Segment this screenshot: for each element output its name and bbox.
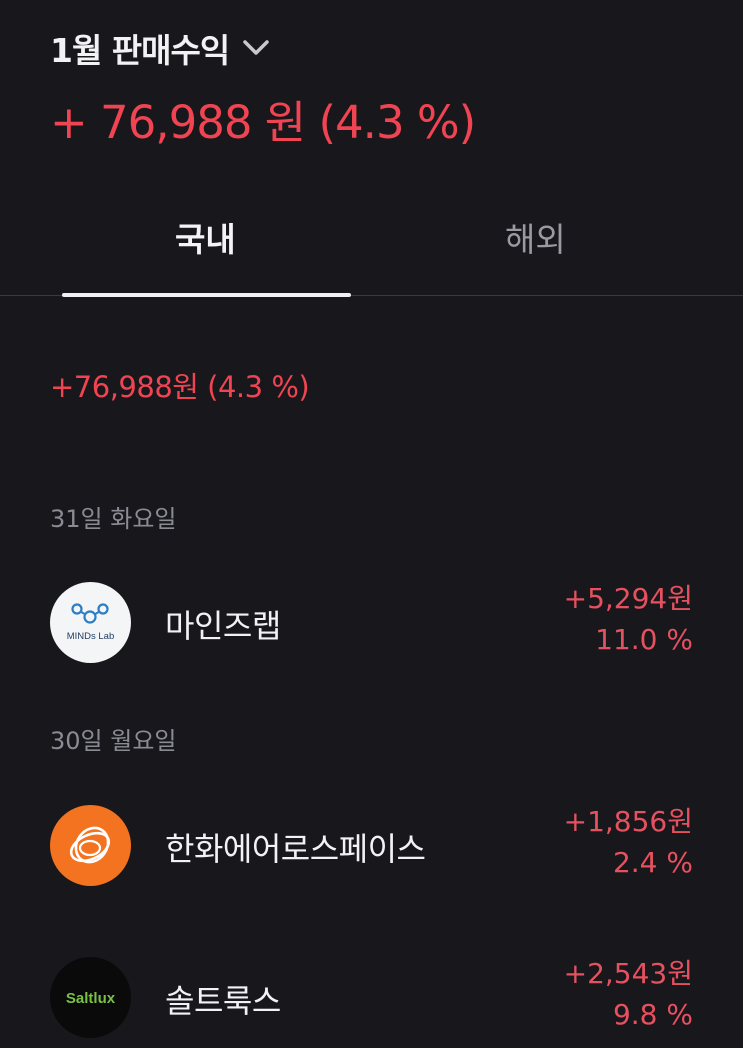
stock-name: 마인즈랩 — [165, 607, 281, 645]
stock-name: 한화에어로스페이스 — [165, 830, 426, 868]
profit-amount: +5,294원 — [563, 582, 693, 615]
profit-percent: 2.4 % — [612, 846, 693, 879]
svg-text:Saltlux: Saltlux — [66, 990, 116, 1007]
stock-name: 솔트룩스 — [165, 982, 281, 1020]
profit-amount: +1,856원 — [563, 805, 693, 838]
saltlux-logo: Saltlux — [50, 957, 131, 1038]
active-tab-indicator — [62, 293, 351, 297]
month-selector[interactable]: 1월 판매수익 — [50, 24, 475, 72]
profit-amount: +2,543원 — [563, 957, 693, 990]
chevron-down-icon[interactable] — [239, 31, 273, 65]
tab-domestic[interactable]: 국내 — [175, 213, 236, 261]
date-header: 30일 월요일 — [50, 727, 177, 755]
total-profit-summary: + 76,988 원 (4.3 %) — [50, 96, 476, 149]
list-item[interactable]: Saltlux 솔트룩스 +2,543원 9.8 % — [0, 952, 743, 1042]
profit-percent: 9.8 % — [612, 998, 693, 1031]
list-item[interactable]: MINDs Lab 마인즈랩 +5,294원 11.0 % — [0, 577, 743, 667]
profit-percent: 11.0 % — [595, 623, 693, 656]
header: 1월 판매수익 + 76,988 원 (4.3 %) — [50, 24, 476, 151]
domestic-profit-summary: +76,988원 (4.3 %) — [50, 370, 310, 404]
svg-text:MINDs Lab: MINDs Lab — [67, 631, 115, 642]
tab-overseas[interactable]: 해외 — [505, 213, 566, 261]
minds-lab-logo: MINDs Lab — [50, 582, 131, 663]
date-header: 31일 화요일 — [50, 505, 177, 533]
hanwha-logo — [50, 805, 131, 886]
list-item[interactable]: 한화에어로스페이스 +1,856원 2.4 % — [0, 800, 743, 890]
tab-bar: 국내 해외 — [0, 195, 743, 297]
page-title: 1월 판매수익 — [50, 31, 230, 70]
